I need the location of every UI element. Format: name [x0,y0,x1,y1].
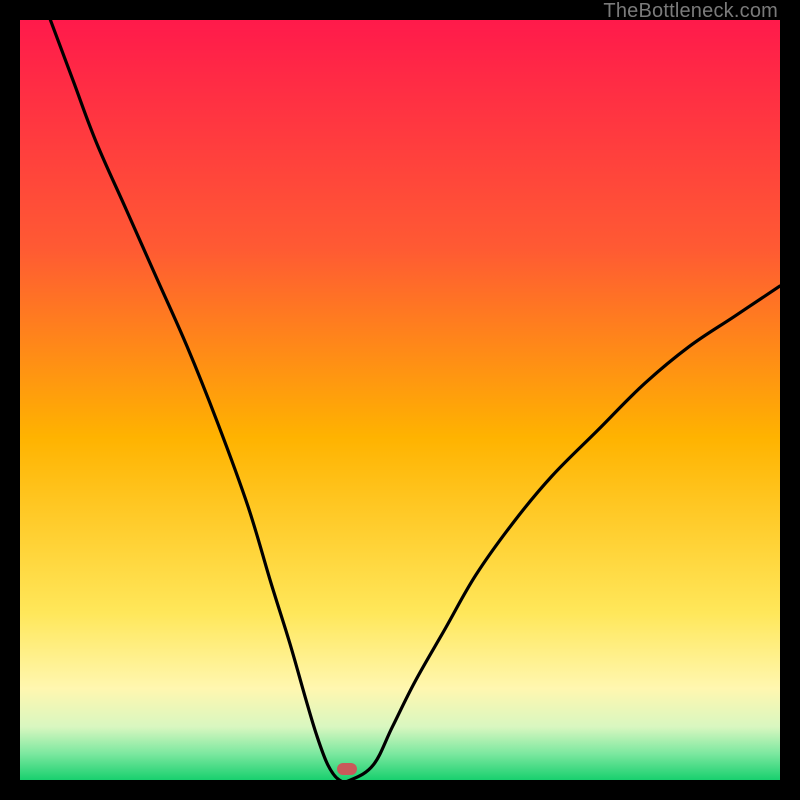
bottleneck-chart [20,20,780,780]
optimum-marker [337,763,357,775]
watermark-text: TheBottleneck.com [603,0,778,23]
gradient-background [20,20,780,780]
